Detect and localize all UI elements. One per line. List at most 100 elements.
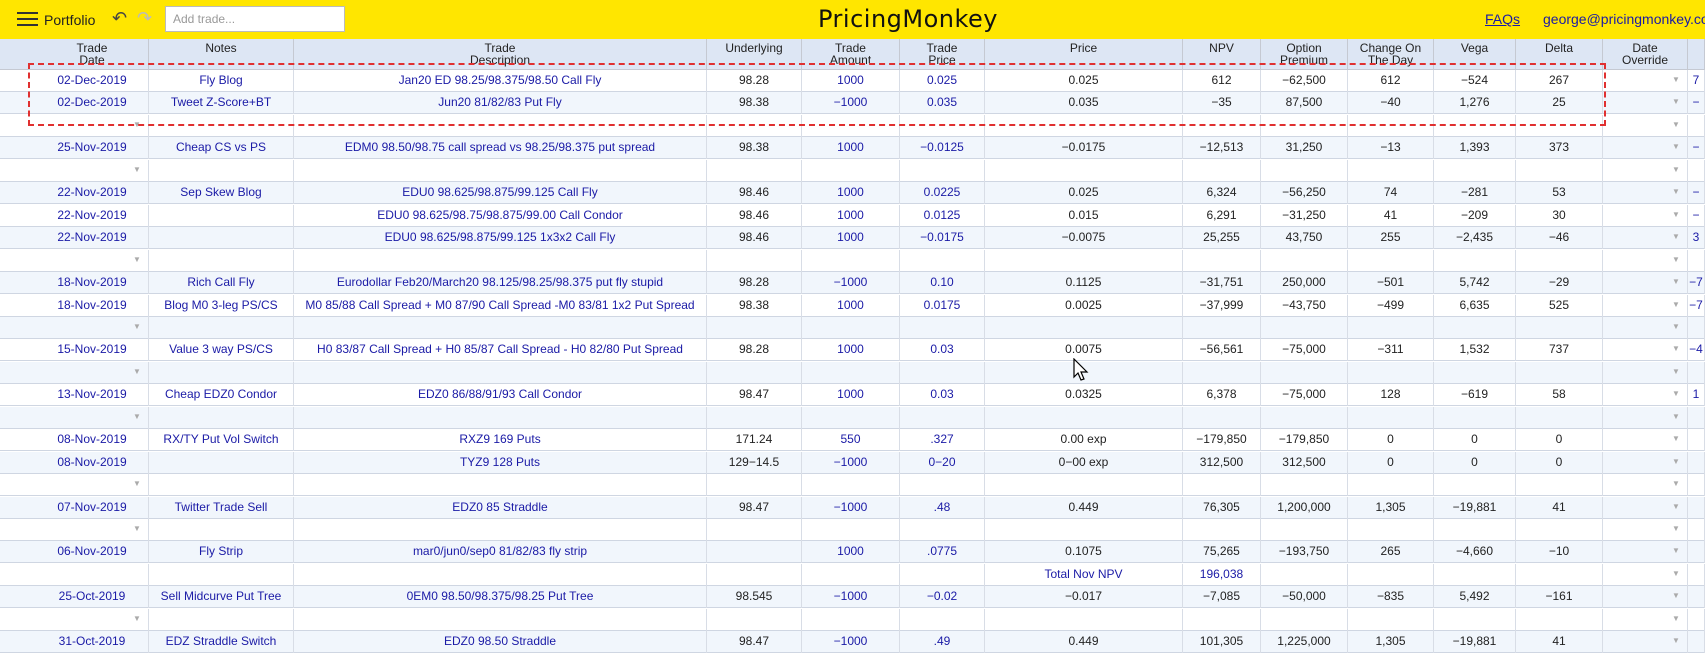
cell-change-on-the-day[interactable]: [1348, 250, 1434, 272]
cell-trade-description[interactable]: EDM0 98.50/98.75 call spread vs 98.25/98…: [294, 137, 707, 159]
cell-vega[interactable]: −2,435: [1434, 227, 1516, 249]
cell-change-on-the-day[interactable]: 1,305: [1348, 497, 1434, 519]
cell-trade-price[interactable]: 0.03: [900, 384, 985, 406]
cell-npv[interactable]: −35: [1183, 92, 1261, 114]
cell-notes[interactable]: [149, 115, 294, 137]
cell-price[interactable]: [985, 474, 1183, 496]
cell-trade-price[interactable]: 0.0125: [900, 205, 985, 227]
cell-overflow[interactable]: [1688, 115, 1705, 137]
cell-trade-amount[interactable]: 1000: [802, 137, 900, 159]
cell-trade-date[interactable]: 22-Nov-2019: [36, 227, 149, 249]
cell-trade-description[interactable]: Jan20 ED 98.25/98.375/98.50 Call Fly: [294, 70, 707, 92]
cell-trade-amount[interactable]: [802, 250, 900, 272]
cell-overflow[interactable]: −: [1688, 182, 1705, 204]
cell-option-premium[interactable]: −31,250: [1261, 205, 1348, 227]
cell-trade-description[interactable]: M0 85/88 Call Spread + M0 87/90 Call Spr…: [294, 295, 707, 317]
cell-notes[interactable]: [149, 564, 294, 586]
cell-vega[interactable]: 6,635: [1434, 295, 1516, 317]
cell-npv[interactable]: −31,751: [1183, 272, 1261, 294]
cell-change-on-the-day[interactable]: [1348, 564, 1434, 586]
cell-trade-date[interactable]: 25-Oct-2019: [36, 586, 149, 608]
cell-trade-description[interactable]: [294, 362, 707, 384]
cell-notes[interactable]: Cheap EDZ0 Condor: [149, 384, 294, 406]
date-override-dropdown-icon[interactable]: ▼: [1672, 452, 1680, 472]
date-override-dropdown-icon[interactable]: ▼: [1672, 609, 1680, 629]
table-row[interactable]: ▼ ▼: [0, 474, 1705, 496]
cell-overflow[interactable]: [1688, 631, 1705, 653]
cell-npv[interactable]: [1183, 115, 1261, 137]
trade-date-dropdown-icon[interactable]: ▼: [133, 115, 141, 135]
cell-vega[interactable]: −4,660: [1434, 541, 1516, 563]
cell-overflow[interactable]: 7: [1688, 70, 1705, 92]
cell-vega[interactable]: 0: [1434, 429, 1516, 451]
cell-trade-amount[interactable]: 1000: [802, 227, 900, 249]
cell-trade-description[interactable]: H0 83/87 Call Spread + H0 85/87 Call Spr…: [294, 339, 707, 361]
cell-notes[interactable]: Tweet Z-Score+BT: [149, 92, 294, 114]
cell-trade-amount[interactable]: −1000: [802, 452, 900, 474]
cell-price[interactable]: −0.0075: [985, 227, 1183, 249]
date-override-dropdown-icon[interactable]: ▼: [1672, 92, 1680, 112]
cell-price[interactable]: −0.0175: [985, 137, 1183, 159]
cell-delta[interactable]: 41: [1516, 631, 1603, 653]
cell-trade-amount[interactable]: 1000: [802, 339, 900, 361]
date-override-dropdown-icon[interactable]: ▼: [1672, 115, 1680, 135]
cell-underlying[interactable]: [707, 407, 802, 429]
cell-notes[interactable]: [149, 160, 294, 182]
cell-change-on-the-day[interactable]: −501: [1348, 272, 1434, 294]
cell-underlying[interactable]: 98.28: [707, 272, 802, 294]
cell-npv[interactable]: [1183, 362, 1261, 384]
cell-trade-description[interactable]: EDZ0 86/88/91/93 Call Condor: [294, 384, 707, 406]
cell-change-on-the-day[interactable]: 0: [1348, 429, 1434, 451]
cell-notes[interactable]: Twitter Trade Sell: [149, 497, 294, 519]
cell-delta[interactable]: 41: [1516, 497, 1603, 519]
cell-underlying[interactable]: 98.47: [707, 497, 802, 519]
cell-vega[interactable]: −619: [1434, 384, 1516, 406]
cell-trade-amount[interactable]: 1000: [802, 384, 900, 406]
faqs-link[interactable]: FAQs: [1485, 11, 1520, 27]
cell-vega[interactable]: [1434, 115, 1516, 137]
date-override-dropdown-icon[interactable]: ▼: [1672, 137, 1680, 157]
trade-date-dropdown-icon[interactable]: ▼: [133, 160, 141, 180]
cell-change-on-the-day[interactable]: 74: [1348, 182, 1434, 204]
cell-change-on-the-day[interactable]: [1348, 317, 1434, 339]
cell-price[interactable]: [985, 115, 1183, 137]
cell-trade-description[interactable]: [294, 250, 707, 272]
cell-overflow[interactable]: −7: [1688, 295, 1705, 317]
date-override-dropdown-icon[interactable]: ▼: [1672, 317, 1680, 337]
cell-change-on-the-day[interactable]: 265: [1348, 541, 1434, 563]
cell-price[interactable]: [985, 609, 1183, 631]
cell-trade-price[interactable]: [900, 250, 985, 272]
cell-underlying[interactable]: 129−14.5: [707, 452, 802, 474]
cell-trade-amount[interactable]: −1000: [802, 631, 900, 653]
cell-npv[interactable]: 312,500: [1183, 452, 1261, 474]
cell-trade-price[interactable]: [900, 407, 985, 429]
cell-trade-amount[interactable]: [802, 564, 900, 586]
cell-overflow[interactable]: [1688, 564, 1705, 586]
table-row[interactable]: 07-Nov-2019 Twitter Trade Sell EDZ0 85 Str…: [0, 497, 1705, 519]
undo-icon[interactable]: ↶: [112, 9, 127, 27]
cell-change-on-the-day[interactable]: 41: [1348, 205, 1434, 227]
cell-npv[interactable]: [1183, 317, 1261, 339]
cell-trade-date[interactable]: 02-Dec-2019: [36, 70, 149, 92]
cell-underlying[interactable]: 98.38: [707, 137, 802, 159]
cell-change-on-the-day[interactable]: −835: [1348, 586, 1434, 608]
cell-price[interactable]: 0.0025: [985, 295, 1183, 317]
cell-trade-date[interactable]: 22-Nov-2019: [36, 182, 149, 204]
cell-npv[interactable]: 101,305: [1183, 631, 1261, 653]
cell-notes[interactable]: Sell Midcurve Put Tree: [149, 586, 294, 608]
cell-trade-description[interactable]: RXZ9 169 Puts: [294, 429, 707, 451]
cell-npv[interactable]: [1183, 519, 1261, 541]
cell-change-on-the-day[interactable]: −499: [1348, 295, 1434, 317]
cell-overflow[interactable]: [1688, 160, 1705, 182]
cell-underlying[interactable]: [707, 609, 802, 631]
cell-underlying[interactable]: 98.38: [707, 295, 802, 317]
cell-overflow[interactable]: [1688, 250, 1705, 272]
cell-option-premium[interactable]: −56,250: [1261, 182, 1348, 204]
cell-overflow[interactable]: [1688, 541, 1705, 563]
cell-option-premium[interactable]: [1261, 564, 1348, 586]
cell-underlying[interactable]: [707, 564, 802, 586]
cell-delta[interactable]: −46: [1516, 227, 1603, 249]
cell-notes[interactable]: [149, 519, 294, 541]
cell-npv[interactable]: [1183, 250, 1261, 272]
portfolio-menu-label[interactable]: Portfolio: [44, 12, 95, 28]
